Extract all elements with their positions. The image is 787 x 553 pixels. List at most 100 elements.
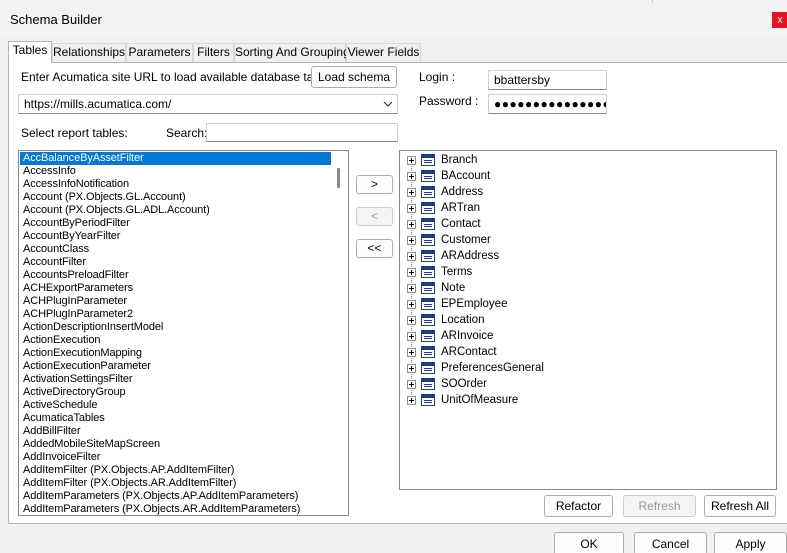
remove-table-button[interactable]: < (356, 207, 393, 226)
list-item[interactable]: ACHPlugInParameter2 (20, 308, 332, 321)
expand-plus-icon[interactable] (407, 203, 416, 213)
tab-filters[interactable]: Filters (193, 43, 234, 62)
tree-node[interactable]: Contact (407, 216, 481, 232)
remove-all-tables-button[interactable]: << (356, 239, 393, 258)
expand-plus-icon[interactable] (407, 283, 416, 293)
list-item[interactable]: ActivationSettingsFilter (20, 373, 332, 386)
list-item[interactable]: AccountFilter (20, 256, 332, 269)
tree-node-label: ARInvoice (441, 330, 494, 342)
search-input[interactable] (206, 123, 398, 142)
expand-plus-icon[interactable] (407, 267, 416, 277)
list-scrollbar[interactable] (331, 151, 348, 515)
tree-node[interactable]: PreferencesGeneral (407, 360, 544, 376)
add-table-button[interactable]: > (356, 175, 393, 194)
tree-node[interactable]: Location (407, 312, 484, 328)
tab-tables[interactable]: Tables (8, 41, 52, 63)
expand-plus-icon[interactable] (407, 235, 416, 245)
expand-plus-icon[interactable] (407, 331, 416, 341)
tree-node[interactable]: Note (407, 280, 465, 296)
tree-node-label: Note (441, 282, 466, 294)
close-icon[interactable]: x (772, 12, 787, 28)
list-item[interactable]: AddItemParameters (PX.Objects.AR.AddItem… (20, 503, 332, 515)
chevron-down-icon[interactable] (383, 97, 393, 111)
tree-node-label: PreferencesGeneral (441, 362, 544, 374)
table-icon (421, 170, 435, 182)
load-schema-button[interactable]: Load schema (311, 66, 397, 88)
tab-parameters[interactable]: Parameters (126, 43, 193, 62)
expand-plus-icon[interactable] (407, 315, 416, 325)
list-item[interactable]: AddBillFilter (20, 425, 332, 438)
tab-sorting-and-grouping[interactable]: Sorting And Grouping (234, 43, 350, 62)
table-icon (421, 314, 435, 326)
tree-node[interactable]: ARTran (407, 200, 480, 216)
list-item[interactable]: AddedMobileSiteMapScreen (20, 438, 332, 451)
available-tables-list[interactable]: AccBalanceByAssetFilter AccessInfo Acces… (18, 150, 349, 516)
tree-node-label: Customer (441, 234, 491, 246)
tree-node[interactable]: EPEmployee (407, 296, 507, 312)
tab-relationships[interactable]: Relationships (52, 43, 126, 62)
tree-node[interactable]: UnitOfMeasure (407, 392, 518, 408)
site-url-prompt: Enter Acumatica site URL to load availab… (21, 70, 339, 84)
tab-viewer-fields[interactable]: Viewer Fields (346, 43, 421, 62)
apply-button[interactable]: Apply (714, 532, 787, 553)
tree-node[interactable]: Address (407, 184, 483, 200)
list-item[interactable]: ActionExecution (20, 334, 332, 347)
list-item[interactable]: ActionDescriptionInsertModel (20, 321, 332, 334)
list-item[interactable]: Account (PX.Objects.GL.ADL.Account) (20, 204, 332, 217)
table-icon (421, 266, 435, 278)
list-item[interactable]: AccBalanceByAssetFilter (20, 152, 332, 165)
list-item[interactable]: AccountClass (20, 243, 332, 256)
expand-plus-icon[interactable] (407, 155, 416, 165)
expand-plus-icon[interactable] (407, 187, 416, 197)
refactor-button[interactable]: Refactor (544, 495, 613, 517)
expand-plus-icon[interactable] (407, 347, 416, 357)
list-item[interactable]: Account (PX.Objects.GL.Account) (20, 191, 332, 204)
expand-plus-icon[interactable] (407, 379, 416, 389)
tree-node-label: ARAddress (441, 250, 500, 262)
ok-button[interactable]: OK (554, 532, 624, 553)
scrollbar-thumb[interactable] (337, 168, 340, 188)
list-item[interactable]: AccountsPreloadFilter (20, 269, 332, 282)
tree-node-label: EPEmployee (441, 298, 508, 310)
expand-plus-icon[interactable] (407, 363, 416, 373)
refresh-button[interactable]: Refresh (623, 495, 696, 517)
list-item[interactable]: ActiveSchedule (20, 399, 332, 412)
list-item[interactable]: AddItemFilter (PX.Objects.AR.AddItemFilt… (20, 477, 332, 490)
list-item[interactable]: AccountByYearFilter (20, 230, 332, 243)
list-item[interactable]: AddItemFilter (PX.Objects.AP.AddItemFilt… (20, 464, 332, 477)
expand-plus-icon[interactable] (407, 395, 416, 405)
list-item[interactable]: ACHExportParameters (20, 282, 332, 295)
site-url-combo[interactable]: https://mills.acumatica.com/ (18, 94, 398, 114)
tree-node[interactable]: Terms (407, 264, 472, 280)
login-input[interactable]: bbattersby (488, 70, 607, 90)
list-item[interactable]: AccessInfo (20, 165, 332, 178)
tree-node-label: Address (441, 186, 484, 198)
list-item[interactable]: AccountByPeriodFilter (20, 217, 332, 230)
tree-node[interactable]: Branch (407, 152, 477, 168)
tree-node[interactable]: ARAddress (407, 248, 499, 264)
tree-node[interactable]: BAccount (407, 168, 490, 184)
list-item[interactable]: AddItemParameters (PX.Objects.AP.AddItem… (20, 490, 332, 503)
expand-plus-icon[interactable] (407, 219, 416, 229)
list-item[interactable]: ActionExecutionMapping (20, 347, 332, 360)
list-item[interactable]: AddInvoiceFilter (20, 451, 332, 464)
list-item[interactable]: AcumaticaTables (20, 412, 332, 425)
refresh-all-button[interactable]: Refresh All (704, 495, 776, 517)
list-item[interactable]: ActiveDirectoryGroup (20, 386, 332, 399)
tree-node[interactable]: Customer (407, 232, 491, 248)
expand-plus-icon[interactable] (407, 171, 416, 181)
tree-node-label: Branch (441, 154, 478, 166)
list-item[interactable]: ActionExecutionParameter (20, 360, 332, 373)
expand-plus-icon[interactable] (407, 251, 416, 261)
expand-plus-icon[interactable] (407, 299, 416, 309)
cancel-button[interactable]: Cancel (634, 532, 707, 553)
tree-node[interactable]: ARContact (407, 344, 497, 360)
table-icon (421, 250, 435, 262)
list-item[interactable]: AccessInfoNotification (20, 178, 332, 191)
table-icon (421, 186, 435, 198)
list-item[interactable]: ACHPlugInParameter (20, 295, 332, 308)
selected-tables-tree[interactable]: Branch BAccount Address ARTran Contact C… (399, 150, 777, 490)
tree-node[interactable]: SOOrder (407, 376, 487, 392)
tree-node[interactable]: ARInvoice (407, 328, 493, 344)
password-input[interactable]: ●●●●●●●●●●●●●●● (488, 94, 607, 114)
